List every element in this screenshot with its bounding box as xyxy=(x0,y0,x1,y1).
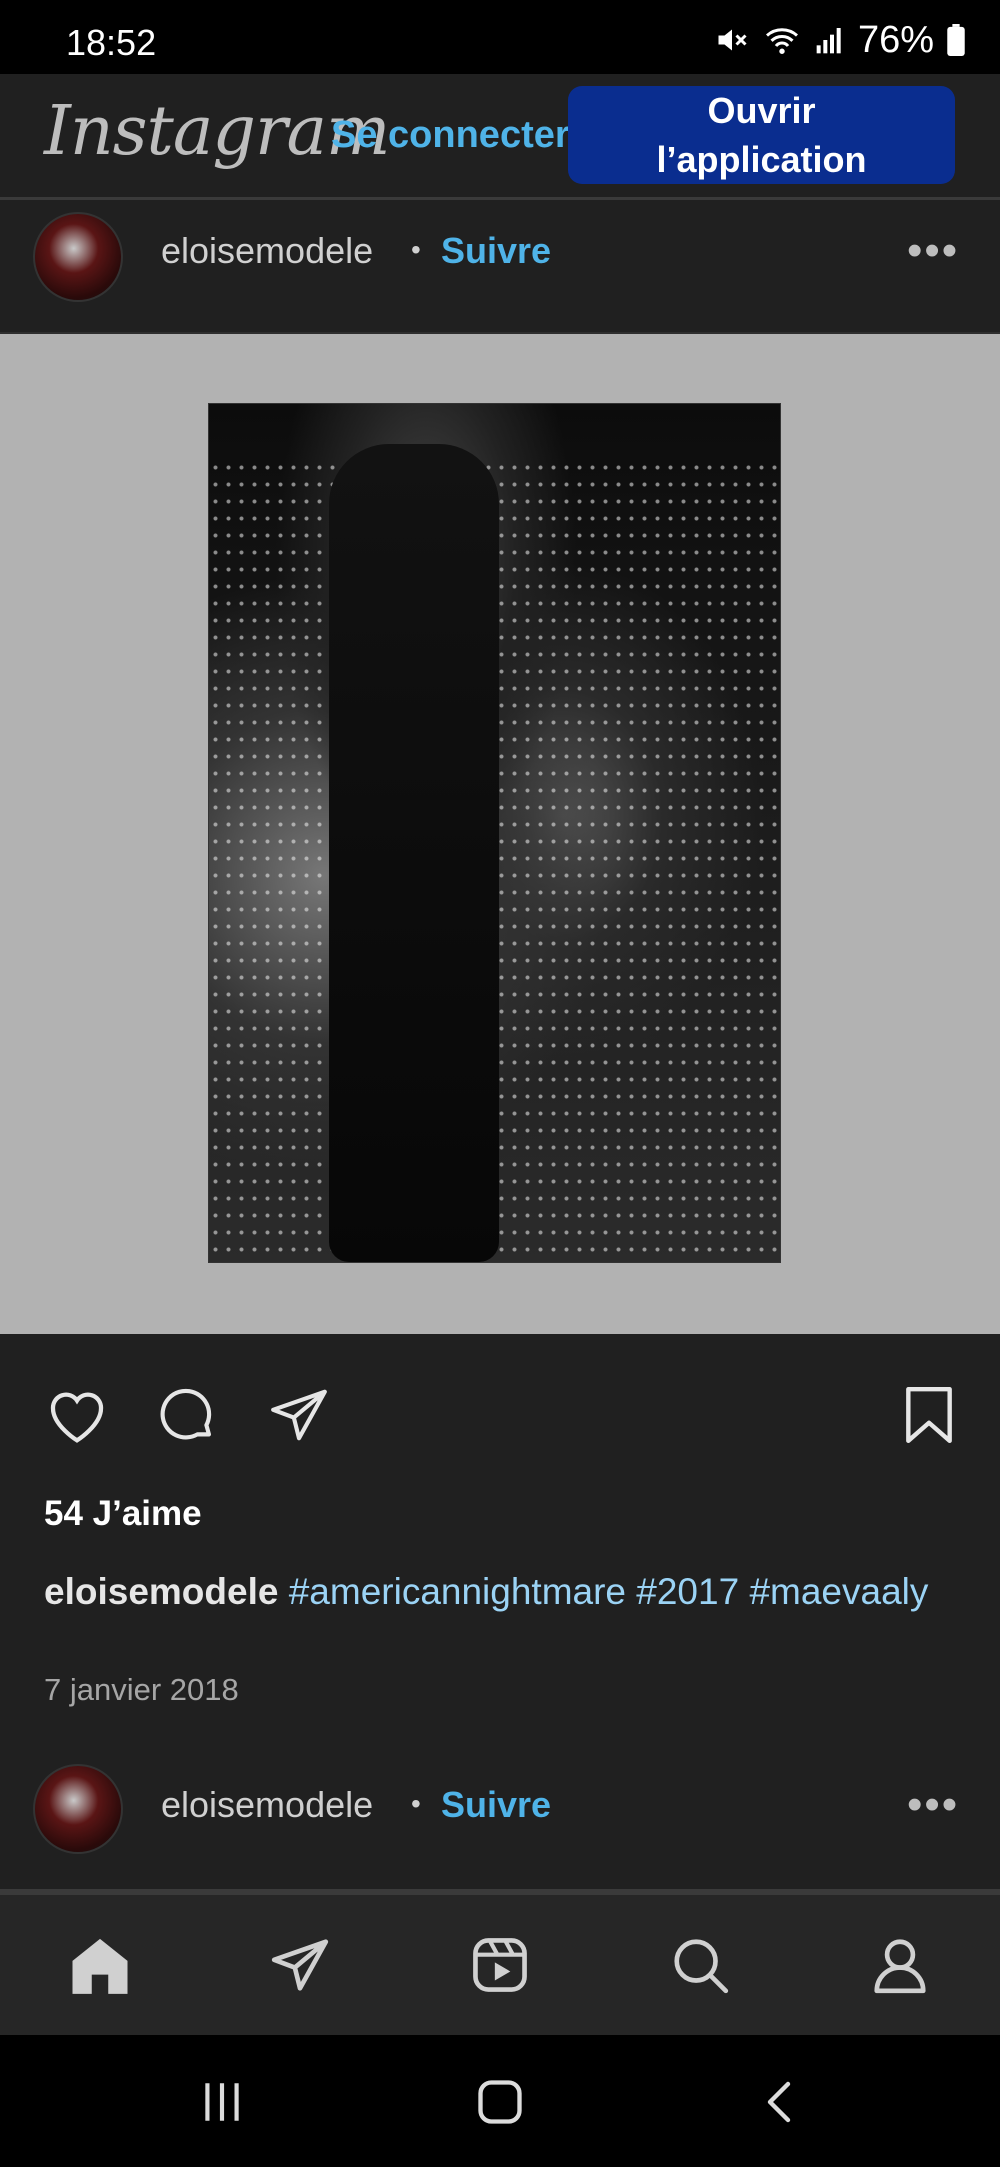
search-icon[interactable] xyxy=(660,1925,740,2005)
next-post-separator-dot: • xyxy=(411,1788,421,1819)
like-icon[interactable] xyxy=(44,1382,110,1448)
photo-figure xyxy=(329,444,499,1262)
next-post-avatar[interactable] xyxy=(33,1764,123,1854)
app-header: Instagram Se connecter Ouvrir l’applicat… xyxy=(0,74,1000,198)
direct-icon[interactable] xyxy=(260,1925,340,2005)
signal-icon xyxy=(816,28,841,54)
more-options-icon[interactable]: ••• xyxy=(907,226,959,276)
post-header: eloisemodele • Suivre ••• xyxy=(0,200,1000,332)
likes-count[interactable]: 54 J’aime xyxy=(44,1494,202,1534)
status-bar: 18:52 76% xyxy=(0,0,1000,74)
next-post-username[interactable]: eloisemodele xyxy=(161,1784,373,1826)
save-icon[interactable] xyxy=(896,1382,962,1448)
open-app-label-line1: Ouvrir xyxy=(707,90,816,131)
login-link[interactable]: Se connecter xyxy=(331,114,570,157)
follow-button[interactable]: Suivre xyxy=(441,230,551,272)
caption-username[interactable]: eloisemodele xyxy=(44,1571,278,1612)
system-navigation-bar xyxy=(0,2035,1000,2167)
home-icon[interactable] xyxy=(60,1925,140,2005)
caption-hashtags[interactable]: #americannightmare #2017 #maevaaly xyxy=(289,1571,929,1612)
back-icon[interactable] xyxy=(748,2070,812,2134)
status-icons: 76% xyxy=(714,18,966,61)
post-media[interactable] xyxy=(0,334,1000,1334)
bottom-navigation xyxy=(0,1895,1000,2035)
post-username[interactable]: eloisemodele xyxy=(161,230,373,272)
avatar[interactable] xyxy=(33,212,123,302)
status-time: 18:52 xyxy=(66,22,157,63)
home-button-icon[interactable] xyxy=(468,2070,532,2134)
battery-icon xyxy=(947,24,965,56)
post-actions: 54 J’aime eloisemodele #americannightmar… xyxy=(0,1334,1000,1894)
post-date: 7 janvier 2018 xyxy=(44,1672,239,1707)
separator-dot: • xyxy=(411,234,421,265)
wifi-icon xyxy=(765,28,798,54)
mute-icon xyxy=(718,29,747,51)
comment-icon[interactable] xyxy=(154,1382,220,1448)
post-caption: eloisemodele #americannightmare #2017 #m… xyxy=(44,1566,954,1617)
reels-icon[interactable] xyxy=(460,1925,540,2005)
post-photo xyxy=(208,403,781,1263)
recents-icon[interactable] xyxy=(190,2070,254,2134)
next-post-follow-button[interactable]: Suivre xyxy=(441,1784,551,1826)
battery-percentage: 76% xyxy=(857,18,934,61)
next-post-more-options-icon[interactable]: ••• xyxy=(907,1780,959,1830)
share-icon[interactable] xyxy=(266,1382,332,1448)
profile-icon[interactable] xyxy=(860,1925,940,2005)
open-app-label-line2: l’application xyxy=(656,139,867,180)
open-app-button[interactable]: Ouvrir l’application xyxy=(568,86,955,184)
